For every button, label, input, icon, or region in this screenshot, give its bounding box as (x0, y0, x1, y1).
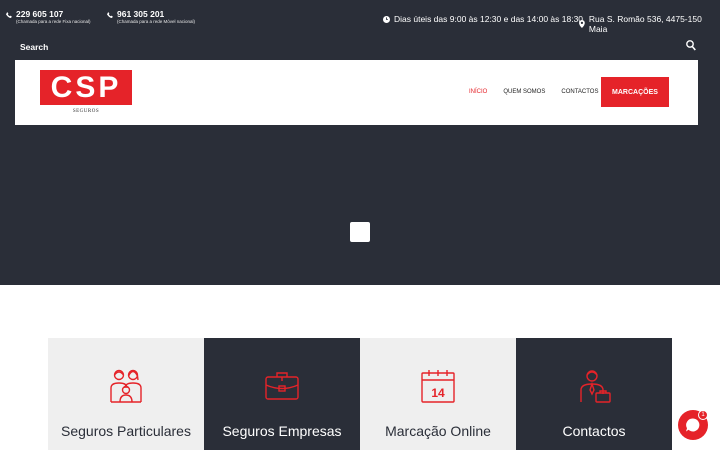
card-title: Marcação Online (385, 423, 491, 439)
chat-bubble-icon (686, 418, 700, 432)
chat-notification-badge: 1 (698, 410, 708, 420)
logo-letters: CSP (50, 71, 122, 104)
address-text: Rua S. Romão 536, 4475-150 Maia (588, 14, 702, 34)
card-title: Contactos (562, 423, 626, 439)
businessman-icon (580, 370, 611, 403)
phone-icon (107, 12, 113, 18)
clock-icon (383, 15, 390, 23)
phone-mobile[interactable]: 961 305 201 (Chamada para a rede Móvel n… (107, 10, 195, 25)
hero-loader (350, 222, 370, 242)
csp-logo[interactable]: CSP SEGUROS (40, 70, 132, 116)
phone-fixed-number: 229 605 107 (16, 9, 64, 19)
family-icon (110, 369, 142, 403)
nav-links: INÍCIO QUEM SOMOS CONTACTOS (469, 89, 598, 95)
phone-fixed[interactable]: 229 605 107 (Chamada para a rede Fixa na… (6, 10, 91, 25)
main-navbar: CSP SEGUROS INÍCIO QUEM SOMOS CONTACTOS … (15, 60, 698, 125)
opening-hours-text: Dias úteis das 9:00 às 12:30 e das 14:00… (394, 14, 584, 24)
contact-bar: 229 605 107 (Chamada para a rede Fixa na… (0, 10, 720, 34)
phone-mobile-note: (Chamada para a rede Móvel nacional) (117, 19, 196, 24)
map-pin-icon (579, 20, 585, 28)
search-bar[interactable]: Search (20, 40, 696, 54)
card-marcacao-online[interactable]: 14 Marcação Online (360, 338, 516, 450)
phone-mobile-number: 961 305 201 (117, 9, 165, 19)
calendar-icon: 14 (421, 370, 455, 403)
card-seguros-particulares[interactable]: Seguros Particulares (48, 338, 204, 450)
search-icon[interactable] (686, 40, 696, 51)
search-label: Search (20, 42, 49, 52)
nav-link-quem-somos[interactable]: QUEM SOMOS (503, 89, 545, 95)
phone-icon (6, 12, 12, 18)
address[interactable]: Rua S. Romão 536, 4475-150 Maia (579, 14, 720, 34)
phone-fixed-note: (Chamada para a rede Fixa nacional) (16, 19, 91, 24)
briefcase-icon (265, 372, 299, 400)
calendar-day: 14 (431, 386, 445, 400)
service-cards: Seguros Particulares Seguros Empresas 14… (48, 338, 672, 450)
card-seguros-empresas[interactable]: Seguros Empresas (204, 338, 360, 450)
logo-subtitle: SEGUROS (72, 109, 100, 114)
opening-hours: Dias úteis das 9:00 às 12:30 e das 14:00… (383, 14, 583, 24)
nav-link-contactos[interactable]: CONTACTOS (561, 89, 598, 95)
logo-box: CSP (40, 70, 132, 105)
header-dark-section: 229 605 107 (Chamada para a rede Fixa na… (0, 0, 720, 285)
marcacoes-button[interactable]: MARCAÇÕES (601, 77, 669, 107)
card-title: Seguros Particulares (61, 423, 191, 439)
nav-link-inicio[interactable]: INÍCIO (469, 89, 487, 95)
card-title: Seguros Empresas (222, 423, 342, 439)
card-contactos[interactable]: Contactos (516, 338, 672, 450)
